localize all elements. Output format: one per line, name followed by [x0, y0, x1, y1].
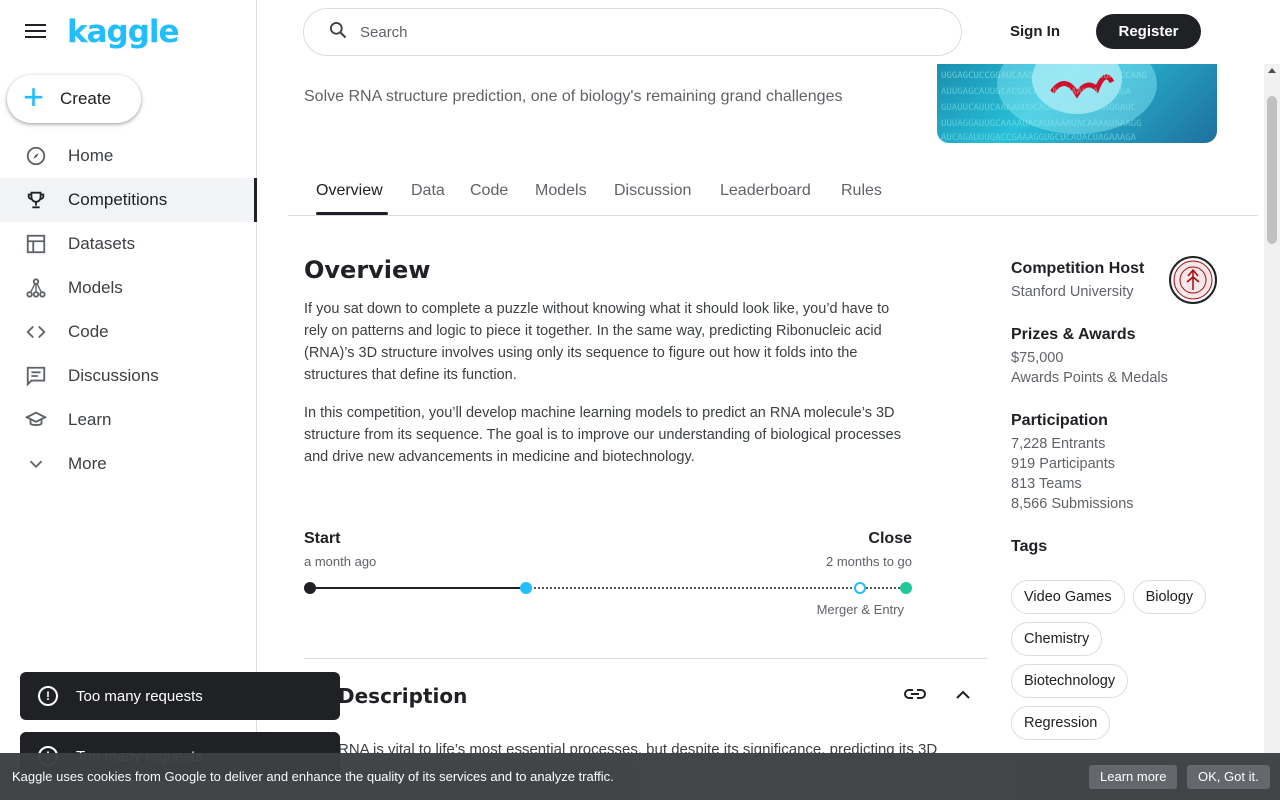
- tab-discussion[interactable]: Discussion: [614, 182, 691, 200]
- register-button[interactable]: Register: [1096, 14, 1201, 49]
- competition-banner-image: UGGAGCUCCGGAUCAAGGAUUCGCAGGGAUUAGCCAAG A…: [937, 64, 1217, 143]
- error-toast: ! Too many requests: [20, 672, 340, 720]
- timeline-close-dot: [900, 582, 912, 594]
- chevron-up-icon[interactable]: [952, 684, 974, 704]
- teams-count: 813 Teams: [1011, 476, 1082, 492]
- competition-sidebar: Competition Host Stanford University Pri…: [1011, 260, 1221, 556]
- tag-chip[interactable]: Regression: [1011, 706, 1111, 740]
- tag-chip[interactable]: Biology: [1132, 580, 1207, 614]
- tab-leaderboard[interactable]: Leaderboard: [720, 182, 811, 200]
- models-icon: [24, 276, 48, 300]
- sidebar-item-home[interactable]: Home: [0, 134, 257, 178]
- timeline-start-label: Start: [304, 530, 341, 547]
- section-divider: [304, 658, 987, 659]
- prize-amount: $75,000: [1011, 350, 1064, 366]
- timeline-start-dot: [304, 582, 316, 594]
- timeline-close-label: Close: [868, 530, 912, 547]
- tab-rules[interactable]: Rules: [841, 182, 882, 200]
- sidebar-item-label: Discussions: [68, 366, 159, 385]
- tag-chip[interactable]: Biotechnology: [1011, 664, 1129, 698]
- scroll-up-icon[interactable]: [1268, 68, 1276, 73]
- search-placeholder: Search: [360, 23, 408, 41]
- sidebar-item-learn[interactable]: Learn: [0, 398, 257, 442]
- sidebar-item-discussions[interactable]: Discussions: [0, 354, 257, 398]
- tags-heading: Tags: [1011, 538, 1048, 555]
- cookie-text: Kaggle uses cookies from Google to deliv…: [12, 769, 614, 784]
- sidebar-item-more[interactable]: More: [0, 442, 257, 486]
- kaggle-logo[interactable]: kaggle: [67, 14, 180, 50]
- timeline-bar: [304, 582, 912, 594]
- trophy-icon: [24, 188, 48, 212]
- competition-subtitle: Solve RNA structure prediction, one of b…: [304, 88, 843, 105]
- timeline-current-dot: [520, 582, 532, 594]
- learn-more-button[interactable]: Learn more: [1089, 765, 1178, 789]
- toast-message: Too many requests: [76, 687, 203, 705]
- sidebar-nav: Home Competitions Datasets Models Code D…: [0, 134, 257, 486]
- participation-heading: Participation: [1011, 412, 1108, 429]
- sidebar-item-label: Code: [68, 322, 109, 341]
- host-heading: Competition Host: [1011, 260, 1145, 277]
- scrollbar[interactable]: [1264, 64, 1280, 753]
- participants-count: 919 Participants: [1011, 456, 1115, 472]
- create-label: Create: [60, 89, 112, 108]
- competition-timeline: Start a month ago Close 2 months to go M…: [304, 530, 912, 620]
- chat-icon: [24, 364, 48, 388]
- top-bar: Search Sign In Register: [257, 0, 1280, 64]
- chevron-down-icon: [24, 452, 48, 476]
- timeline-close-date: 2 months to go: [826, 554, 912, 569]
- overview-section: Overview If you sat down to complete a p…: [304, 256, 914, 468]
- submissions-count: 8,566 Submissions: [1011, 496, 1134, 512]
- timeline-merger-dot: [854, 582, 866, 594]
- svg-text:AUCAGAUUUGACCGAAAGGUGCUCAUACUA: AUCAGAUUUGACCGAAAGGUGCUCAUACUAGAAAGA: [941, 133, 1137, 143]
- cookie-banner: Kaggle uses cookies from Google to deliv…: [0, 753, 1280, 800]
- tag-list: Video Games Biology Chemistry Biotechnolo…: [1011, 580, 1231, 748]
- sidebar-item-label: Models: [68, 278, 123, 297]
- tab-overview[interactable]: Overview: [316, 182, 383, 200]
- prize-extra: Awards Points & Medals: [1011, 370, 1168, 386]
- sidebar-item-label: Home: [68, 146, 114, 165]
- search-icon: [328, 20, 348, 45]
- menu-icon[interactable]: [25, 24, 46, 40]
- create-button[interactable]: + Create: [7, 75, 141, 123]
- timeline-merger-label: Merger & Entry: [816, 602, 904, 617]
- sidebar-item-label: More: [68, 454, 107, 473]
- svg-text:GUAUUCAUUCAAAAGUUCAUUCAAAAUGGA: GUAUUCAUUCAAAAGUUCAUUCAAAAUGGAAGGAUC: [941, 103, 1136, 113]
- overview-heading: Overview: [304, 256, 431, 284]
- sidebar-item-label: Datasets: [68, 234, 136, 253]
- overview-paragraph: In this competition, you’ll develop mach…: [304, 405, 901, 465]
- svg-text:UUUAGGAUUGCAAAAUACAUAAAAUACAAA: UUUAGGAUUGCAAAAUACAUAAAAUACAAAAUAAAGG: [941, 119, 1141, 129]
- alert-icon: !: [38, 686, 58, 706]
- tab-models[interactable]: Models: [535, 182, 587, 200]
- active-tab-indicator: [316, 212, 388, 215]
- sidebar-item-label: Learn: [68, 410, 112, 429]
- competition-tabs: Overview Data Code Models Discussion Lea…: [288, 170, 1258, 216]
- sidebar-item-code[interactable]: Code: [0, 310, 257, 354]
- sidebar-item-models[interactable]: Models: [0, 266, 257, 310]
- timeline-start-date: a month ago: [304, 554, 377, 569]
- plus-icon: +: [23, 76, 45, 117]
- overview-paragraph: If you sat down to complete a puzzle wit…: [304, 301, 890, 383]
- compass-icon: [24, 144, 48, 168]
- tag-chip[interactable]: Chemistry: [1011, 622, 1103, 656]
- scrollbar-thumb[interactable]: [1267, 96, 1277, 244]
- svg-text:UGGAGCUCCGGAUCAAGGAUUCGCAGGGAU: UGGAGCUCCGGAUCAAGGAUUCGCAGGGAUUAGCCAAG: [941, 71, 1147, 81]
- ok-got-it-button[interactable]: OK, Got it.: [1187, 765, 1270, 789]
- school-icon: [24, 408, 48, 432]
- table-icon: [24, 232, 48, 256]
- entrants-count: 7,228 Entrants: [1011, 436, 1106, 452]
- description-heading: Description: [338, 684, 468, 708]
- sidebar-item-datasets[interactable]: Datasets: [0, 222, 257, 266]
- tab-data[interactable]: Data: [411, 182, 445, 200]
- tab-code[interactable]: Code: [470, 182, 508, 200]
- tag-chip[interactable]: Video Games: [1011, 580, 1125, 614]
- prizes-heading: Prizes & Awards: [1011, 326, 1136, 343]
- code-icon: [24, 320, 48, 344]
- host-name[interactable]: Stanford University: [1011, 282, 1221, 302]
- sign-in-link[interactable]: Sign In: [1010, 15, 1060, 49]
- sidebar-item-competitions[interactable]: Competitions: [0, 178, 257, 222]
- sidebar-item-label: Competitions: [68, 190, 168, 209]
- link-icon[interactable]: [903, 684, 927, 704]
- svg-text:AUUGAGCAUUGCACGGCAUAUUGCAAUCAA: AUUGAGCAUUGCACGGCAUAUUGCAAUCAAAGAGA: [941, 87, 1131, 97]
- search-input[interactable]: Search: [303, 8, 962, 56]
